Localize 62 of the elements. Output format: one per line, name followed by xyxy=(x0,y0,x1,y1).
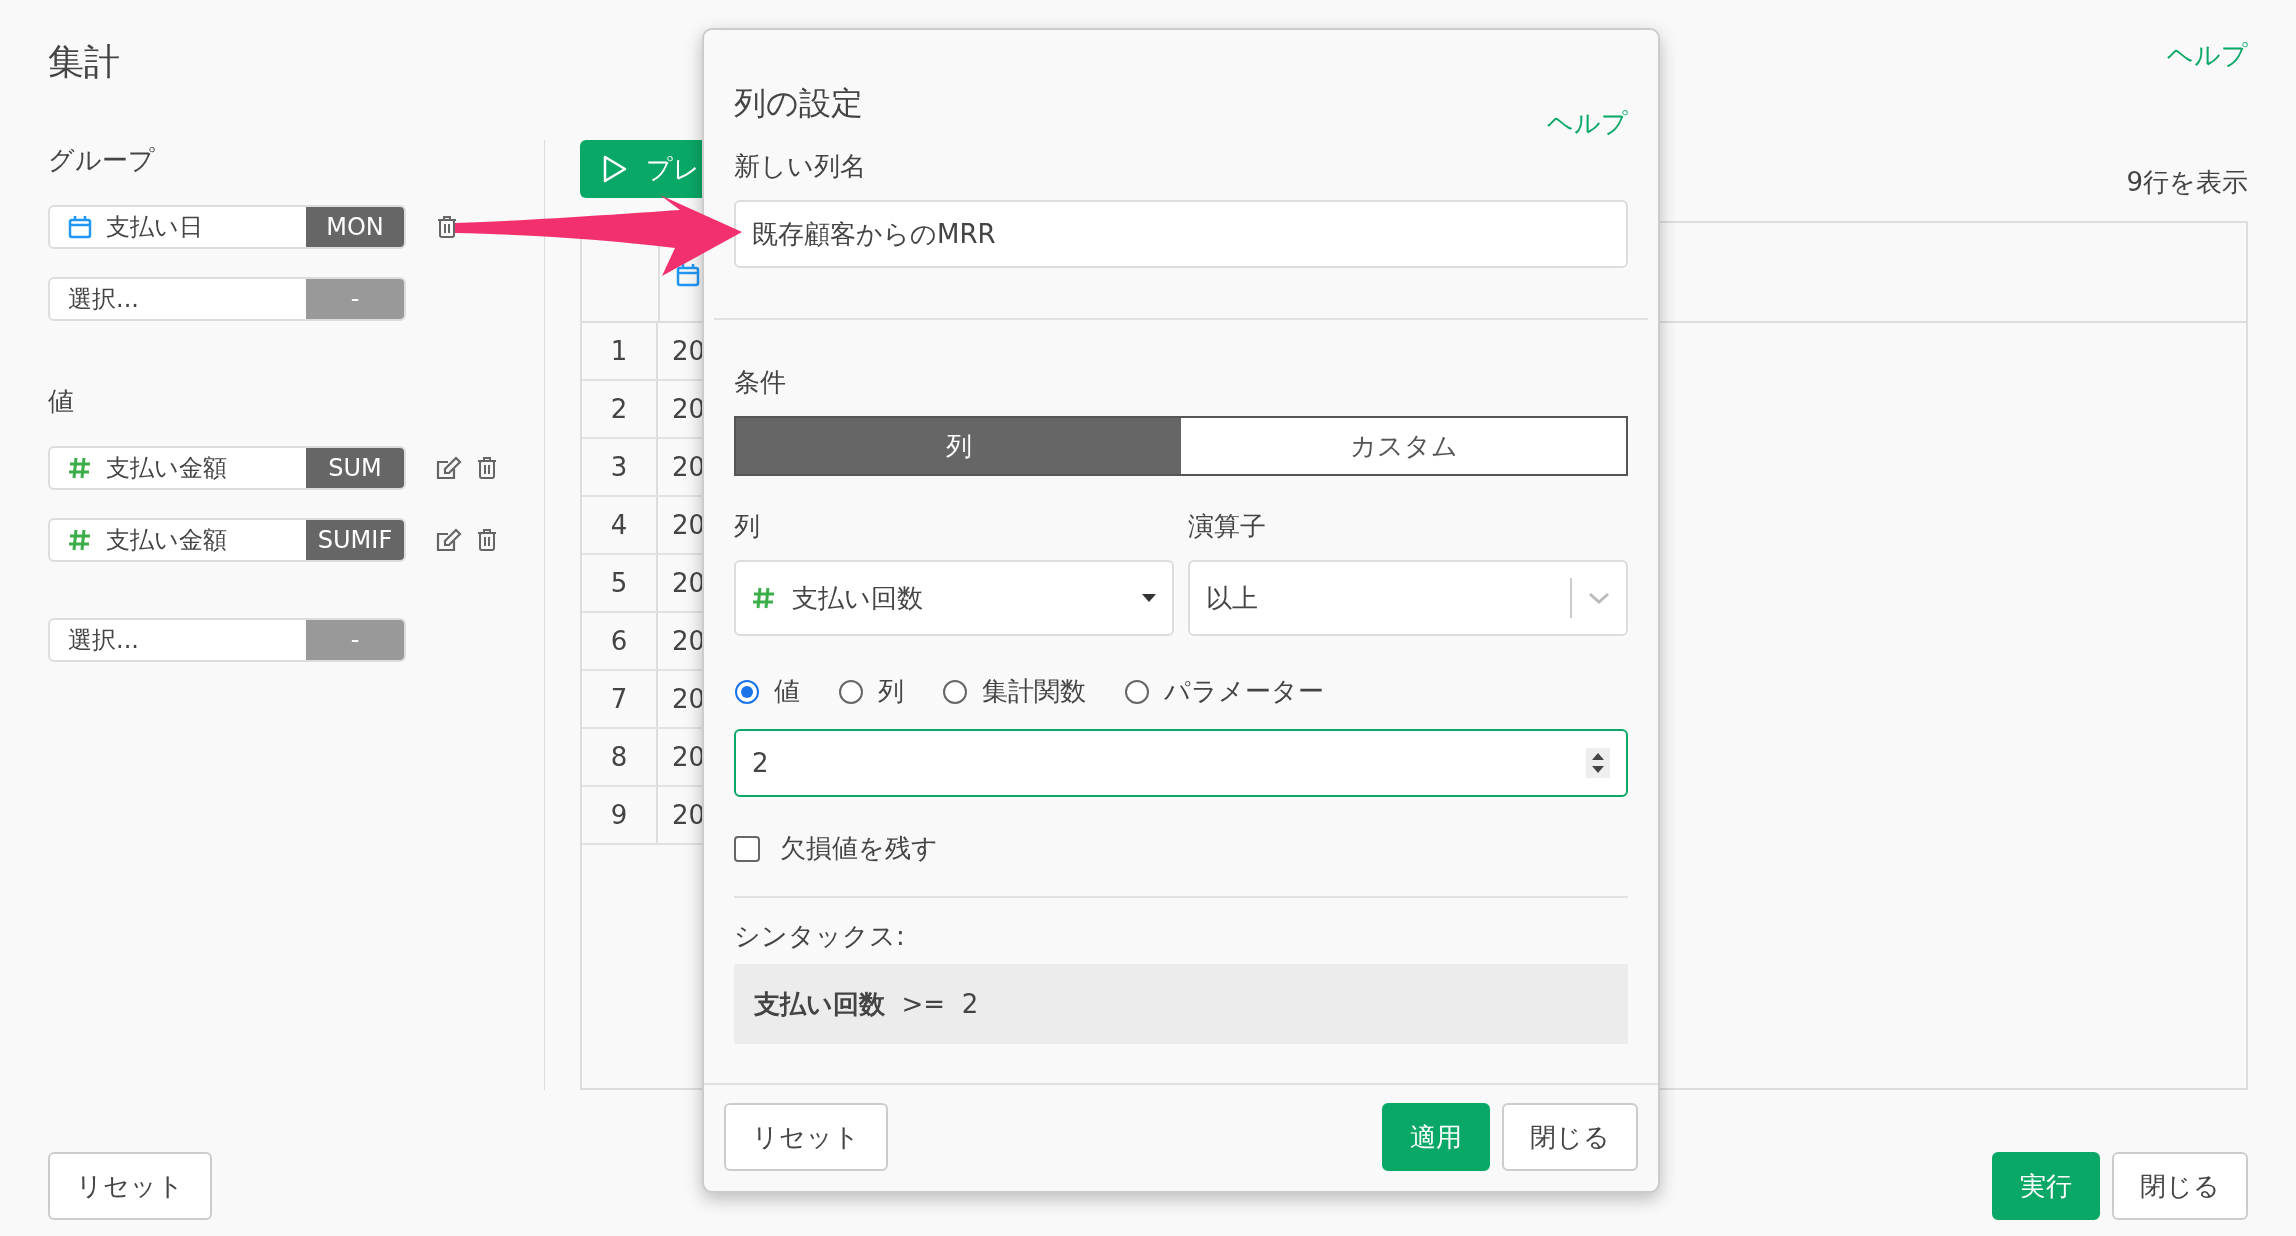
picker-placeholder: 選択... xyxy=(68,284,139,315)
tab[interactable]: カスタム xyxy=(1181,418,1626,474)
caret-icon xyxy=(1142,594,1156,602)
field-name: 支払い金額 xyxy=(106,453,227,484)
column-dropdown[interactable]: 支払い回数 xyxy=(734,560,1174,636)
field-chip[interactable]: 支払い日 MON xyxy=(48,205,406,249)
syntax-preview: 支払い回数 >= 2 xyxy=(734,964,1628,1044)
row-number: 3 xyxy=(582,439,658,497)
trash-icon[interactable] xyxy=(476,456,498,480)
field-name: 支払い金額 xyxy=(106,525,227,556)
radio-icon[interactable] xyxy=(838,678,864,705)
edit-icon[interactable] xyxy=(436,528,462,552)
number-field[interactable]: 2 xyxy=(734,729,1628,797)
radio-option[interactable]: 列 xyxy=(838,674,904,709)
row-number: 6 xyxy=(582,613,658,671)
row-number: 9 xyxy=(582,787,658,845)
row-number: 5 xyxy=(582,555,658,613)
radio-option[interactable]: 値 xyxy=(734,674,800,709)
field-chip[interactable]: 支払い金額 SUM xyxy=(48,446,406,490)
play-icon xyxy=(602,155,628,183)
radio-icon[interactable] xyxy=(942,678,968,705)
function-tag[interactable]: SUMIF xyxy=(306,520,404,560)
button[interactable]: リセット xyxy=(48,1152,212,1220)
radio-icon[interactable] xyxy=(1124,678,1150,705)
function-tag[interactable]: SUM xyxy=(306,448,404,488)
edit-icon[interactable] xyxy=(436,456,462,480)
calendar-icon xyxy=(676,263,700,287)
radio-icon[interactable] xyxy=(734,678,760,705)
row-number: 8 xyxy=(582,729,658,787)
field-label: 列 xyxy=(734,510,761,543)
hash-icon xyxy=(68,456,92,480)
button[interactable]: 閉じる xyxy=(1502,1103,1638,1171)
button[interactable]: リセット xyxy=(724,1103,888,1171)
hash-icon xyxy=(752,586,776,610)
field-name: 支払い日 xyxy=(106,212,203,243)
chevron-icon xyxy=(1588,592,1610,604)
picker-placeholder: 選択... xyxy=(68,625,139,656)
page-title: 集計 xyxy=(48,40,120,84)
trash-icon[interactable] xyxy=(476,528,498,552)
radio-option[interactable]: パラメーター xyxy=(1124,674,1324,709)
section-label: 値 xyxy=(48,385,75,418)
row-count: 9行を表示 xyxy=(2126,166,2248,199)
section-label: グループ xyxy=(48,144,156,177)
row-number: 4 xyxy=(582,497,658,555)
row-number: 2 xyxy=(582,381,658,439)
field-picker[interactable]: 選択... - xyxy=(48,618,406,662)
input-field[interactable]: 既存顧客からのMRR xyxy=(734,200,1628,268)
field-picker[interactable]: 選択... - xyxy=(48,277,406,321)
checkbox[interactable] xyxy=(734,835,760,862)
calendar-icon xyxy=(68,215,92,239)
stepper-icon[interactable] xyxy=(1586,748,1610,778)
button[interactable]: 閉じる xyxy=(2112,1152,2248,1220)
row-number: 7 xyxy=(582,671,658,729)
operator-dropdown[interactable]: 以上 xyxy=(1188,560,1628,636)
field-chip[interactable]: 支払い金額 SUMIF xyxy=(48,518,406,562)
field-label: 演算子 xyxy=(1188,510,1267,543)
dialog-title: 列の設定 xyxy=(734,83,863,124)
syntax-label: シンタックス: xyxy=(734,920,906,953)
row-number: 1 xyxy=(582,323,658,381)
hash-icon xyxy=(68,528,92,552)
function-tag[interactable]: MON xyxy=(306,207,404,247)
tab[interactable]: 列 xyxy=(736,418,1181,474)
